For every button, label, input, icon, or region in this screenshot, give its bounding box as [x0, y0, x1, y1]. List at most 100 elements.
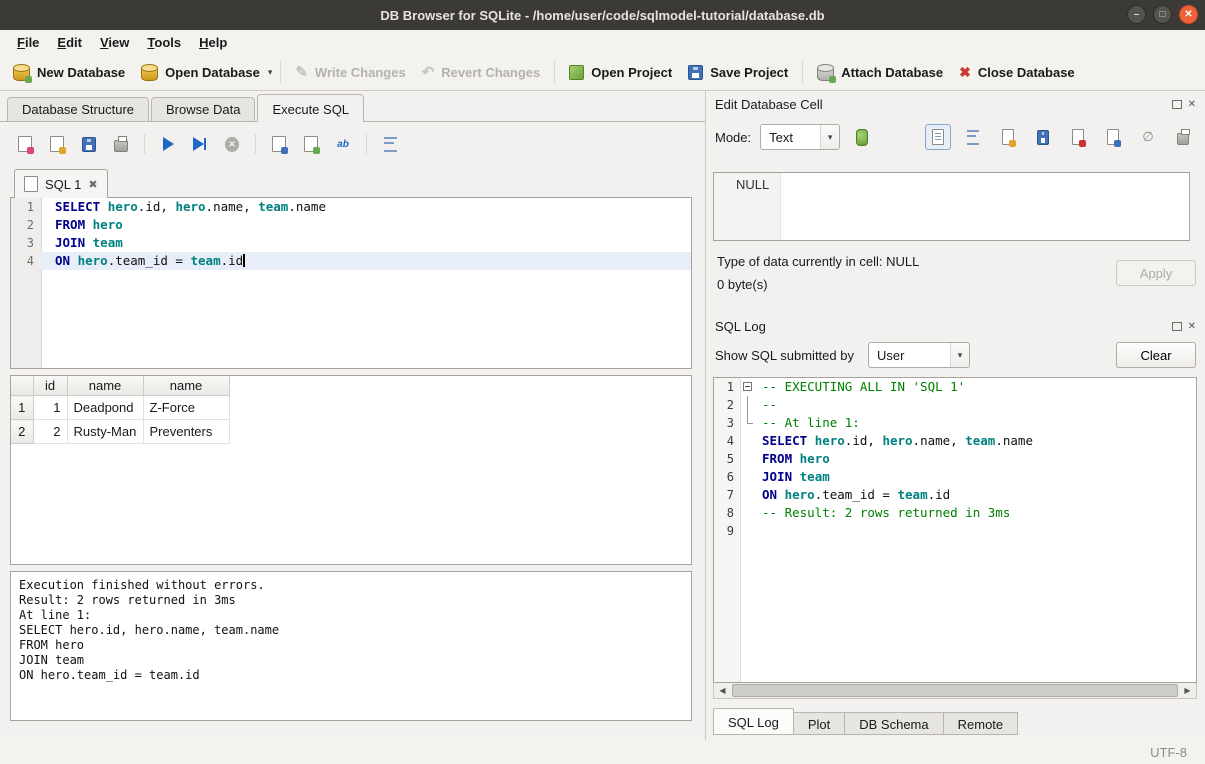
table-row[interactable]: 2 2 Rusty-Man Preventers — [11, 420, 229, 444]
menu-edit[interactable]: Edit — [48, 33, 91, 52]
cell-id[interactable]: 1 — [33, 396, 67, 420]
cell-team-name[interactable]: Preventers — [143, 420, 229, 444]
maximize-icon[interactable]: □ — [1153, 5, 1172, 24]
open-database-icon — [141, 67, 158, 81]
submitted-by-value: User — [869, 348, 950, 363]
apply-button[interactable]: Apply — [1116, 260, 1196, 286]
close-icon[interactable]: ✕ — [1179, 5, 1198, 24]
auto-switch-mode-button[interactable] — [849, 124, 875, 150]
save-sql-file-button[interactable] — [76, 131, 102, 157]
new-database-button[interactable]: New Database — [5, 59, 133, 86]
tab-db-schema[interactable]: DB Schema — [844, 712, 943, 735]
open-sql-file-button[interactable] — [44, 131, 70, 157]
results-header-row: id name name — [11, 376, 229, 396]
write-changes-button[interactable]: Write Changes — [287, 58, 413, 86]
sql-editor[interactable]: 1SELECT hero.id, hero.name, team.name2FR… — [10, 197, 692, 369]
tab-execute-sql[interactable]: Execute SQL — [257, 94, 364, 122]
cell-editor-area[interactable] — [781, 173, 1189, 240]
filter-label: Show SQL submitted by — [715, 348, 854, 363]
auto-complete-button[interactable] — [330, 131, 356, 157]
float-panel-icon[interactable] — [1172, 322, 1182, 331]
titlebar[interactable]: DB Browser for SQLite - /home/user/code/… — [0, 0, 1205, 30]
close-database-icon — [959, 64, 971, 81]
scroll-right-icon[interactable]: ▶ — [1180, 686, 1195, 695]
sql-editor-tab[interactable]: SQL 1 — [14, 169, 108, 198]
stop-button[interactable] — [219, 131, 245, 157]
clear-button[interactable]: Clear — [1116, 342, 1196, 368]
tab-database-structure[interactable]: Database Structure — [7, 97, 149, 121]
save-project-button[interactable]: Save Project — [680, 60, 796, 85]
row-number[interactable]: 1 — [11, 396, 33, 420]
print-button[interactable] — [108, 131, 134, 157]
log-line: 7ON hero.team_id = team.id — [714, 486, 1196, 504]
close-panel-icon[interactable] — [1188, 99, 1196, 110]
cell-team-name[interactable]: Z-Force — [143, 396, 229, 420]
editor-line[interactable]: 1SELECT hero.id, hero.name, team.name — [11, 198, 691, 216]
open-file-button[interactable] — [995, 124, 1021, 150]
tab-browse-data[interactable]: Browse Data — [151, 97, 255, 121]
word-wrap-button[interactable] — [377, 131, 403, 157]
fold-margin — [740, 414, 756, 432]
menu-help[interactable]: Help — [190, 33, 236, 52]
save-project-icon — [688, 65, 703, 80]
close-database-button[interactable]: Close Database — [951, 59, 1083, 86]
open-project-button[interactable]: Open Project — [561, 60, 680, 85]
tab-sql-log[interactable]: SQL Log — [713, 708, 794, 735]
write-changes-icon — [295, 63, 308, 81]
word-wrap-button[interactable] — [960, 124, 986, 150]
cell-id[interactable]: 2 — [33, 420, 67, 444]
cell-hero-name[interactable]: Deadpond — [67, 396, 143, 420]
minimize-icon[interactable]: – — [1127, 5, 1146, 24]
fold-margin — [740, 504, 756, 522]
tab-plot[interactable]: Plot — [793, 712, 845, 735]
toolbar-separator — [280, 61, 281, 83]
execute-current-line-button[interactable] — [187, 131, 213, 157]
word-wrap-icon — [967, 130, 979, 145]
scrollbar-thumb[interactable] — [732, 684, 1178, 697]
export-results-button[interactable] — [266, 131, 292, 157]
column-header-name[interactable]: name — [67, 376, 143, 396]
editor-line[interactable]: 3JOIN team — [11, 234, 691, 252]
new-tab-button[interactable] — [12, 131, 38, 157]
float-panel-icon[interactable] — [1172, 100, 1182, 109]
menu-view[interactable]: View — [91, 33, 138, 52]
open-database-dropdown[interactable] — [268, 62, 275, 83]
message-line: At line 1: — [19, 608, 683, 623]
mode-select[interactable]: Text — [760, 124, 840, 150]
set-null-button[interactable] — [1135, 124, 1161, 150]
column-header-id[interactable]: id — [33, 376, 67, 396]
revert-changes-button[interactable]: Revert Changes — [414, 58, 549, 86]
import-button[interactable] — [1065, 124, 1091, 150]
new-database-icon — [13, 67, 30, 81]
editor-line[interactable]: 4ON hero.team_id = team.id — [11, 252, 691, 270]
export-button[interactable] — [1100, 124, 1126, 150]
submitted-by-select[interactable]: User — [868, 342, 970, 368]
editor-line[interactable]: 2FROM hero — [11, 216, 691, 234]
horizontal-scrollbar[interactable]: ◀ ▶ — [713, 683, 1197, 699]
close-panel-icon[interactable] — [1188, 321, 1196, 332]
execute-all-button[interactable] — [155, 131, 181, 157]
attach-database-button[interactable]: Attach Database — [809, 59, 951, 86]
toolbar-label: Attach Database — [841, 65, 943, 80]
row-number[interactable]: 2 — [11, 420, 33, 444]
tab-remote[interactable]: Remote — [943, 712, 1019, 735]
save-file-button[interactable] — [1030, 124, 1056, 150]
log-line: 4SELECT hero.id, hero.name, team.name — [714, 432, 1196, 450]
attach-database-icon — [817, 67, 834, 81]
scroll-left-icon[interactable]: ◀ — [715, 686, 730, 695]
cell-hero-name[interactable]: Rusty-Man — [67, 420, 143, 444]
column-header-name-2[interactable]: name — [143, 376, 229, 396]
print-icon — [114, 140, 128, 152]
fold-collapse-icon[interactable] — [740, 378, 756, 396]
text-mode-button[interactable] — [925, 124, 951, 150]
menu-file[interactable]: File — [8, 33, 48, 52]
close-tab-icon[interactable] — [88, 178, 97, 191]
open-database-button[interactable]: Open Database — [133, 59, 268, 86]
save-results-button[interactable] — [298, 131, 324, 157]
print-button[interactable] — [1170, 124, 1196, 150]
sql-log-view[interactable]: 1-- EXECUTING ALL IN 'SQL 1'2--3-- At li… — [713, 377, 1197, 683]
menu-tools[interactable]: Tools — [138, 33, 190, 52]
mode-label: Mode: — [715, 130, 751, 145]
table-row[interactable]: 1 1 Deadpond Z-Force — [11, 396, 229, 420]
cell-editor[interactable]: NULL — [713, 172, 1190, 241]
